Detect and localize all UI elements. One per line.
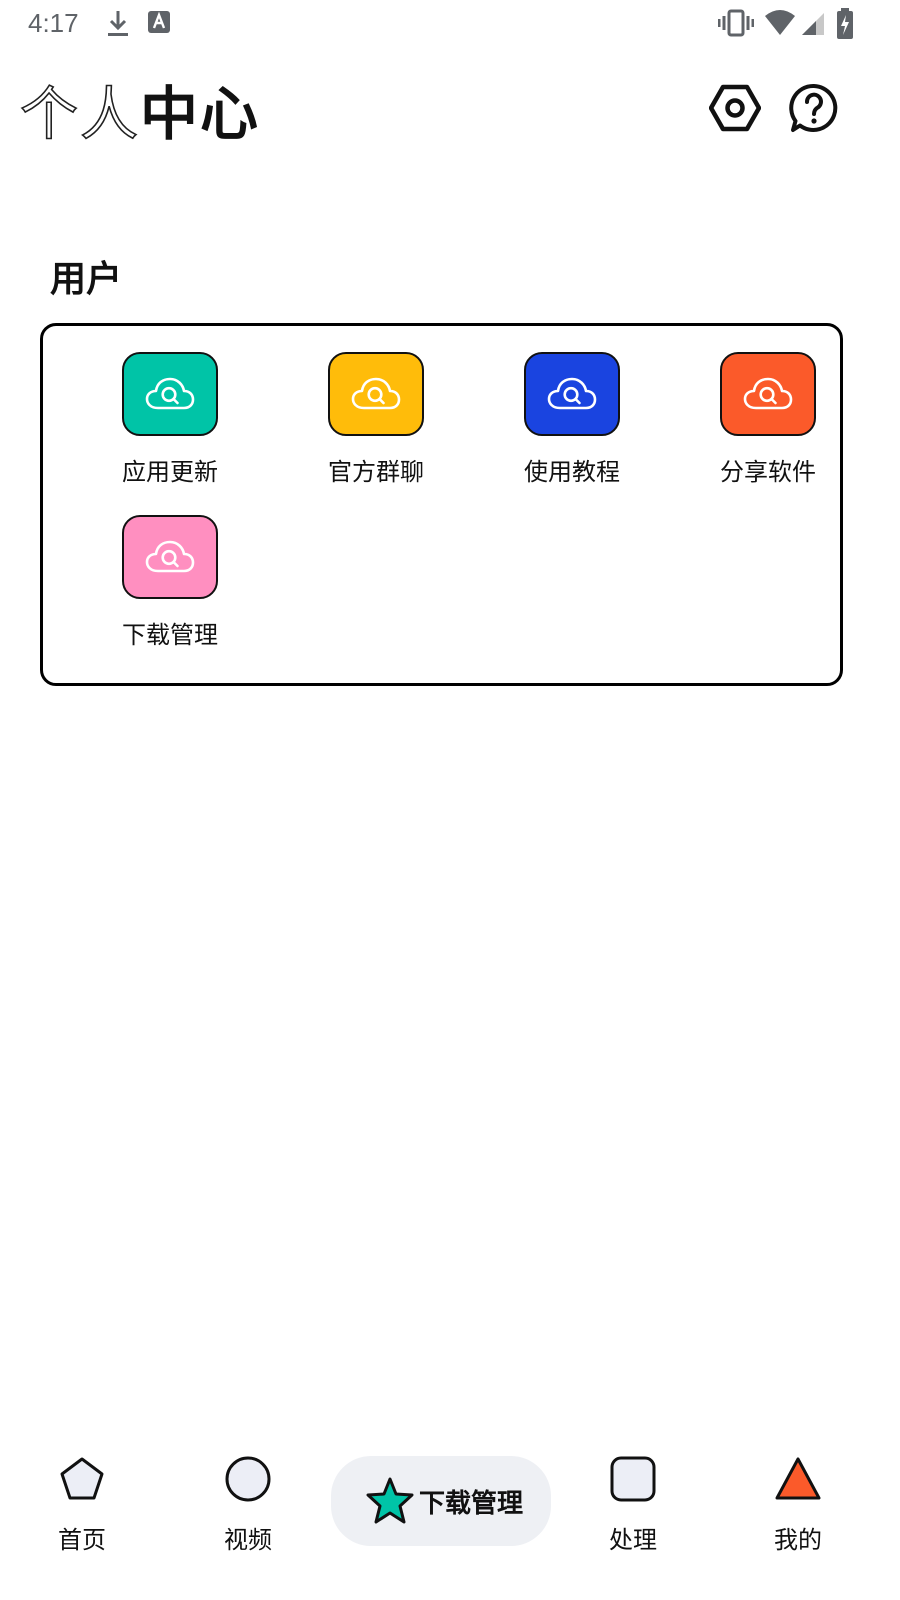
page-title-outline: 个人 (19, 79, 141, 149)
bottom-nav: 首页 视频 下载管理 处理 我的 (0, 1440, 900, 1600)
help-bubble-icon[interactable] (788, 82, 840, 134)
star-icon (366, 1477, 414, 1524)
page-title-solid: 中心 (140, 80, 261, 148)
tool-icon-box (122, 515, 218, 599)
tool-icon-box (122, 352, 218, 436)
status-bar: 4:17 (0, 0, 900, 48)
nav-label: 我的 (774, 1526, 822, 1554)
tool-share-app[interactable]: 分享软件 (698, 352, 838, 492)
cloud-search-icon (547, 377, 597, 410)
nav-item-mine[interactable]: 我的 (738, 1454, 858, 1564)
pentagon-icon (60, 1457, 104, 1500)
download-icon (108, 11, 128, 36)
tool-icon-box (328, 352, 424, 436)
tool-label: 应用更新 (122, 458, 218, 486)
vibrate-icon (718, 9, 754, 37)
signal-icon (802, 13, 824, 35)
cloud-search-icon (743, 377, 793, 410)
user-tools-card: 应用更新 官方群聊 使用教程 分享软件 下载管理 (40, 323, 843, 686)
tool-app-update[interactable]: 应用更新 (100, 352, 240, 492)
tool-icon-box (720, 352, 816, 436)
nav-active-label: 下载管理 (419, 1489, 524, 1519)
tool-tutorial[interactable]: 使用教程 (502, 352, 642, 492)
page-title: 个人 中心 (19, 74, 260, 149)
nav-label: 首页 (58, 1526, 106, 1554)
status-time: 4:17 (28, 8, 79, 38)
tool-official-group[interactable]: 官方群聊 (306, 352, 446, 492)
tool-label: 下载管理 (122, 621, 218, 649)
tool-icon-box (524, 352, 620, 436)
battery-charging-icon (837, 8, 853, 39)
circle-icon (225, 1456, 271, 1502)
triangle-icon (775, 1457, 821, 1500)
nav-item-home[interactable]: 首页 (22, 1454, 142, 1564)
settings-hex-icon[interactable] (709, 82, 761, 134)
nav-label: 处理 (609, 1526, 657, 1554)
tool-download-manager[interactable]: 下载管理 (100, 515, 240, 655)
text-a-icon (148, 11, 170, 33)
section-title: 用户 (50, 259, 123, 300)
tool-label: 分享软件 (720, 458, 816, 486)
nav-item-download-manager[interactable]: 下载管理 (331, 1456, 551, 1546)
nav-item-video[interactable]: 视频 (188, 1454, 308, 1564)
wifi-icon (765, 10, 795, 35)
cloud-search-icon (351, 377, 401, 410)
nav-label: 视频 (224, 1526, 272, 1554)
tool-label: 官方群聊 (328, 458, 424, 486)
cloud-search-icon (145, 540, 195, 573)
cloud-search-icon (145, 377, 195, 410)
rounded-square-icon (610, 1456, 656, 1502)
nav-item-process[interactable]: 处理 (573, 1454, 693, 1564)
tool-label: 使用教程 (524, 458, 620, 486)
